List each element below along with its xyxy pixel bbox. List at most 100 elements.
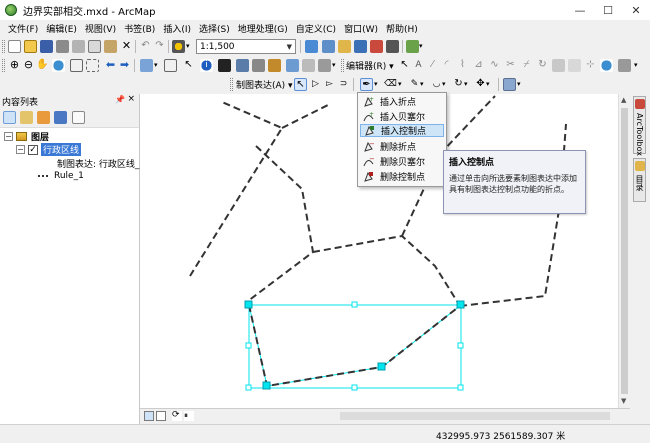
editor-extra-icon[interactable]	[618, 59, 631, 72]
menu-item-delete-bezier[interactable]: − 删除贝塞尔	[360, 155, 444, 168]
fixed-zoom-out-icon[interactable]	[86, 59, 99, 72]
go-to-xy-icon[interactable]	[268, 59, 281, 72]
menu-item-insert-bezier[interactable]: + 插入贝塞尔	[360, 110, 444, 123]
menu-item-delete-control-point[interactable]: 删除控制点	[360, 170, 444, 183]
representation-grip[interactable]	[230, 78, 233, 91]
measure-icon[interactable]	[286, 59, 299, 72]
select-features-icon[interactable]	[140, 59, 153, 72]
new-document-icon[interactable]	[8, 40, 21, 53]
menu-file[interactable]: 文件(F)	[4, 22, 42, 35]
find-icon[interactable]	[236, 59, 249, 72]
toolbar-options-icon[interactable]: ▾	[517, 78, 530, 91]
trace-icon[interactable]: ⌇	[456, 59, 469, 72]
boundary-line[interactable]	[189, 101, 284, 277]
maximize-button[interactable]: ☐	[594, 0, 622, 20]
erase-tool-icon[interactable]: ⌫	[384, 78, 397, 91]
menu-insert[interactable]: 插入(I)	[159, 22, 195, 35]
tree-layer-row[interactable]: − ✓ 行政区线	[16, 143, 82, 156]
control-point[interactable]	[377, 362, 386, 371]
toolbar-grip[interactable]	[2, 40, 5, 53]
control-point[interactable]	[456, 300, 465, 309]
copy-icon[interactable]	[88, 40, 101, 53]
editor-menu[interactable]: 编辑器(R) ▾	[346, 59, 394, 72]
edit-tool-icon[interactable]: ↖	[398, 59, 411, 72]
time-slider-icon[interactable]	[318, 59, 331, 72]
endpoint-arc-icon[interactable]: ◜	[440, 59, 453, 72]
layer-visibility-checkbox[interactable]: ✓	[28, 144, 38, 155]
cut-polygons-icon[interactable]: ✂	[504, 59, 517, 72]
menu-geoprocessing[interactable]: 地理处理(G)	[234, 22, 292, 35]
menu-item-delete-vertex[interactable]: − 删除折点	[360, 140, 444, 153]
boundary-line[interactable]	[281, 103, 331, 129]
editor-grip[interactable]	[341, 59, 344, 72]
split-icon[interactable]: ⌿	[520, 59, 533, 72]
select-elements-icon[interactable]: ↖	[182, 59, 195, 72]
sketch-properties-icon[interactable]	[568, 59, 581, 72]
forward-extent-icon[interactable]: ➡	[118, 59, 131, 72]
full-extent-icon[interactable]	[52, 59, 65, 72]
pin-icon[interactable]: 📌	[115, 95, 125, 104]
table-of-contents-icon[interactable]	[322, 40, 335, 53]
save-icon[interactable]	[40, 40, 53, 53]
representation-properties-icon[interactable]	[503, 78, 516, 91]
insert-vertex-tool-icon[interactable]: ✒	[360, 78, 373, 91]
edit-annotation-icon[interactable]: A	[412, 59, 425, 72]
fixed-zoom-in-icon[interactable]	[70, 59, 83, 72]
zoom-in-icon[interactable]: ⊕	[8, 59, 21, 72]
toolbar-options-icon[interactable]: ▾	[634, 59, 647, 72]
minimize-button[interactable]: —	[566, 0, 594, 20]
menu-item-insert-control-point[interactable]: 插入控制点	[360, 124, 444, 137]
boundary-line[interactable]	[439, 95, 496, 155]
data-view-icon[interactable]	[156, 411, 166, 421]
tree-layers-root[interactable]: − 图层	[4, 130, 49, 143]
snapping-icon[interactable]: ⊹	[584, 59, 597, 72]
close-icon[interactable]: ×	[127, 94, 135, 104]
catalog-window-icon[interactable]	[338, 40, 351, 53]
undo-icon[interactable]: ↶	[139, 40, 152, 53]
select-tool-icon[interactable]: ↖	[294, 78, 307, 91]
map-horizontal-scrollbar[interactable]	[340, 412, 610, 420]
list-by-visibility-icon[interactable]	[37, 111, 50, 124]
toc-options-icon[interactable]	[72, 111, 85, 124]
rotate-icon[interactable]: ↻	[536, 59, 549, 72]
toolbar-grip[interactable]	[2, 59, 5, 72]
hyperlink-icon[interactable]	[302, 59, 315, 72]
representation-menu[interactable]: 制图表达(A) ▾	[236, 78, 293, 91]
paste-icon[interactable]	[104, 40, 117, 53]
menu-bookmarks[interactable]: 书签(B)	[120, 22, 159, 35]
add-data-icon[interactable]	[172, 40, 185, 53]
editor-toolbar-icon[interactable]	[305, 40, 318, 53]
pause-drawing-icon[interactable]: ⏸	[184, 411, 194, 421]
pan-icon[interactable]: ✋	[36, 59, 49, 72]
create-features-icon[interactable]	[600, 59, 613, 72]
layer-label[interactable]: 行政区线	[41, 143, 82, 156]
map-scale-combobox[interactable]: 1:1,500 ▼	[196, 39, 296, 54]
html-popup-icon[interactable]	[218, 59, 231, 72]
identify-icon[interactable]: i	[200, 59, 213, 72]
menu-help[interactable]: 帮助(H)	[382, 22, 422, 35]
list-by-drawing-order-icon[interactable]	[3, 111, 16, 124]
search-window-icon[interactable]	[354, 40, 367, 53]
boundary-line[interactable]	[247, 145, 315, 302]
move-to-icon[interactable]: ▻	[323, 78, 336, 91]
close-button[interactable]: ✕	[622, 0, 650, 20]
list-by-source-icon[interactable]	[20, 111, 33, 124]
scroll-down-icon[interactable]: ▼	[621, 397, 626, 405]
refresh-view-icon[interactable]: ⟳	[172, 411, 182, 421]
map-vertical-scrollbar[interactable]: ▲ ▼	[618, 94, 630, 408]
model-builder-icon[interactable]	[406, 40, 419, 53]
menu-view[interactable]: 视图(V)	[81, 22, 120, 35]
boundary-line[interactable]	[312, 234, 461, 307]
menu-customize[interactable]: 自定义(C)	[292, 22, 340, 35]
scroll-up-icon[interactable]: ▲	[621, 96, 626, 104]
reshape-icon[interactable]: ∿	[488, 59, 501, 72]
scroll-thumb[interactable]	[621, 108, 628, 394]
lasso-select-icon[interactable]: ⊃	[337, 78, 350, 91]
open-folder-icon[interactable]	[24, 40, 37, 53]
menu-edit[interactable]: 编辑(E)	[42, 22, 81, 35]
python-window-icon[interactable]	[386, 40, 399, 53]
edit-vertices-icon[interactable]: ⊿	[472, 59, 485, 72]
arctoolbox-icon[interactable]	[370, 40, 383, 53]
redo-icon[interactable]: ↷	[153, 40, 166, 53]
attributes-icon[interactable]	[552, 59, 565, 72]
